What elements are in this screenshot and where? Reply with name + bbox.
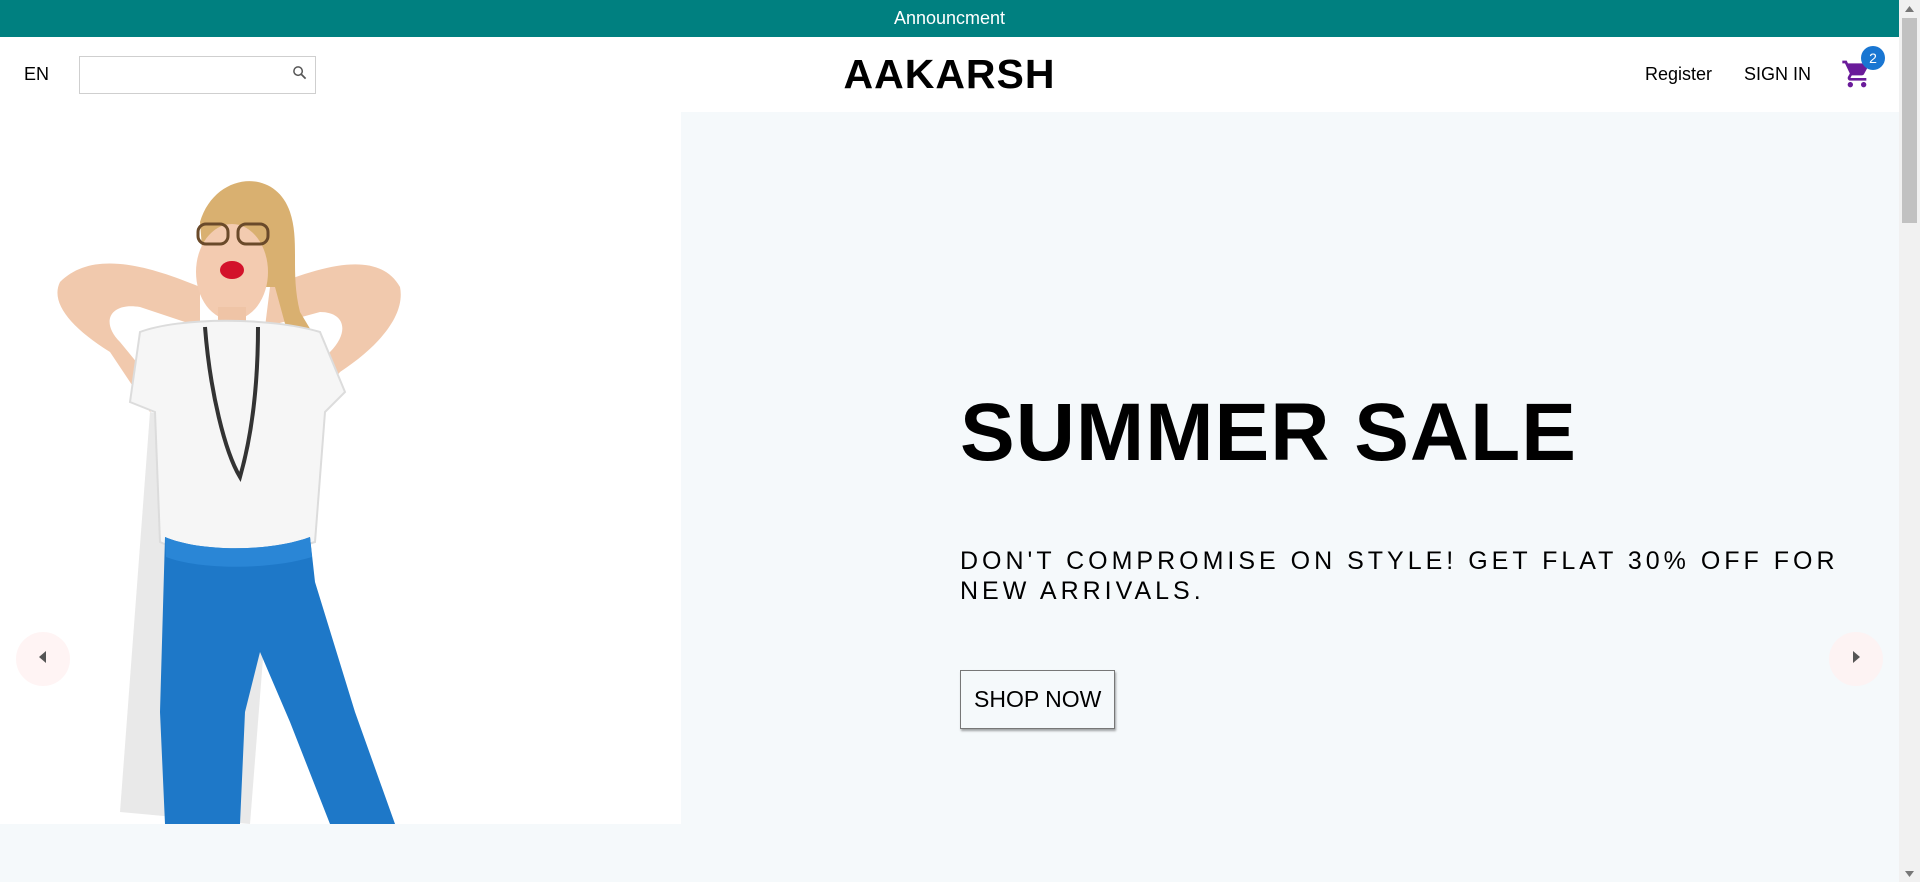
- slider-prev-button[interactable]: [16, 632, 70, 686]
- scroll-thumb[interactable]: [1902, 18, 1917, 223]
- shopping-cart-icon: [1841, 60, 1873, 94]
- nav-left: EN: [24, 37, 317, 112]
- model-photo: [57, 181, 401, 824]
- slide-title: SUMMER SALE: [960, 387, 1577, 478]
- announcement-bar: Announcment: [0, 0, 1899, 37]
- chevron-right-icon: [1851, 650, 1861, 668]
- search-icon[interactable]: [292, 65, 307, 85]
- cart-button[interactable]: 2: [1841, 45, 1885, 94]
- page-scrollbar[interactable]: [1899, 0, 1920, 882]
- cart-count-badge: 2: [1861, 45, 1885, 70]
- hero-slider: SUMMER SALE DON'T COMPROMISE ON STYLE! G…: [0, 112, 1899, 824]
- slider-next-button[interactable]: [1829, 632, 1883, 686]
- register-link[interactable]: Register: [1645, 64, 1712, 85]
- slide-info: SUMMER SALE DON'T COMPROMISE ON STYLE! G…: [960, 392, 1840, 729]
- language-selector[interactable]: EN: [24, 64, 49, 85]
- chevron-left-icon: [38, 650, 48, 668]
- scroll-down-arrow-icon[interactable]: [1899, 865, 1920, 882]
- slide-image: [0, 112, 681, 824]
- navbar: AAKARSH EN Register SIGN IN 2: [0, 37, 1899, 112]
- search-input[interactable]: [86, 59, 277, 90]
- announcement-text: Announcment: [893, 8, 1006, 28]
- scroll-up-arrow-icon[interactable]: [1899, 0, 1920, 17]
- sign-in-link[interactable]: SIGN IN: [1744, 64, 1811, 85]
- shop-now-button[interactable]: SHOP NOW: [960, 670, 1116, 729]
- next-section: [0, 824, 1899, 882]
- slide-description: DON'T COMPROMISE ON STYLE! GET FLAT 30% …: [960, 547, 1839, 605]
- nav-right: Register SIGN IN 2: [1613, 37, 1885, 112]
- search-box[interactable]: [79, 55, 317, 94]
